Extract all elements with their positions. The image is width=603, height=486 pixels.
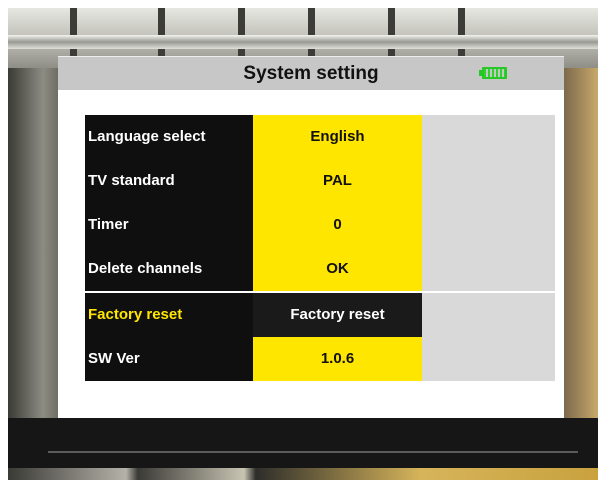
bottom-bar — [8, 418, 598, 468]
setting-label: Factory reset — [85, 293, 253, 337]
setting-row-timer[interactable]: Timer 0 — [85, 203, 555, 247]
setting-value[interactable]: OK — [253, 247, 422, 291]
setting-label: SW Ver — [85, 337, 253, 381]
setting-row-delete-channels[interactable]: Delete channels OK — [85, 247, 555, 291]
setting-value: 1.0.6 — [253, 337, 422, 381]
setting-label: Timer — [85, 203, 253, 247]
setting-value[interactable]: 0 — [253, 203, 422, 247]
setting-row-language[interactable]: Language select English — [85, 115, 555, 159]
setting-value[interactable]: English — [253, 115, 422, 159]
side-panel — [422, 293, 555, 337]
side-panel — [422, 337, 555, 381]
tv-screen: System setting Language select English T… — [8, 8, 598, 480]
setting-label: Language select — [85, 115, 253, 159]
background-bottom — [8, 468, 598, 480]
setting-label: TV standard — [85, 159, 253, 203]
settings-table: Language select English TV standard PAL … — [85, 115, 555, 381]
setting-value[interactable]: Factory reset — [253, 293, 422, 337]
side-panel — [422, 115, 555, 159]
side-panel — [422, 203, 555, 247]
side-panel — [422, 159, 555, 203]
setting-row-tv-standard[interactable]: TV standard PAL — [85, 159, 555, 203]
setting-value[interactable]: PAL — [253, 159, 422, 203]
settings-body: Language select English TV standard PAL … — [58, 90, 564, 418]
title-bar: System setting — [58, 56, 564, 91]
background-rail — [8, 35, 598, 49]
battery-icon — [479, 67, 507, 79]
setting-row-factory-reset[interactable]: Factory reset Factory reset — [85, 293, 555, 337]
side-panel — [422, 247, 555, 291]
setting-row-sw-ver: SW Ver 1.0.6 — [85, 337, 555, 381]
setting-label: Delete channels — [85, 247, 253, 291]
system-setting-panel: System setting Language select English T… — [58, 56, 564, 418]
divider — [48, 451, 578, 453]
